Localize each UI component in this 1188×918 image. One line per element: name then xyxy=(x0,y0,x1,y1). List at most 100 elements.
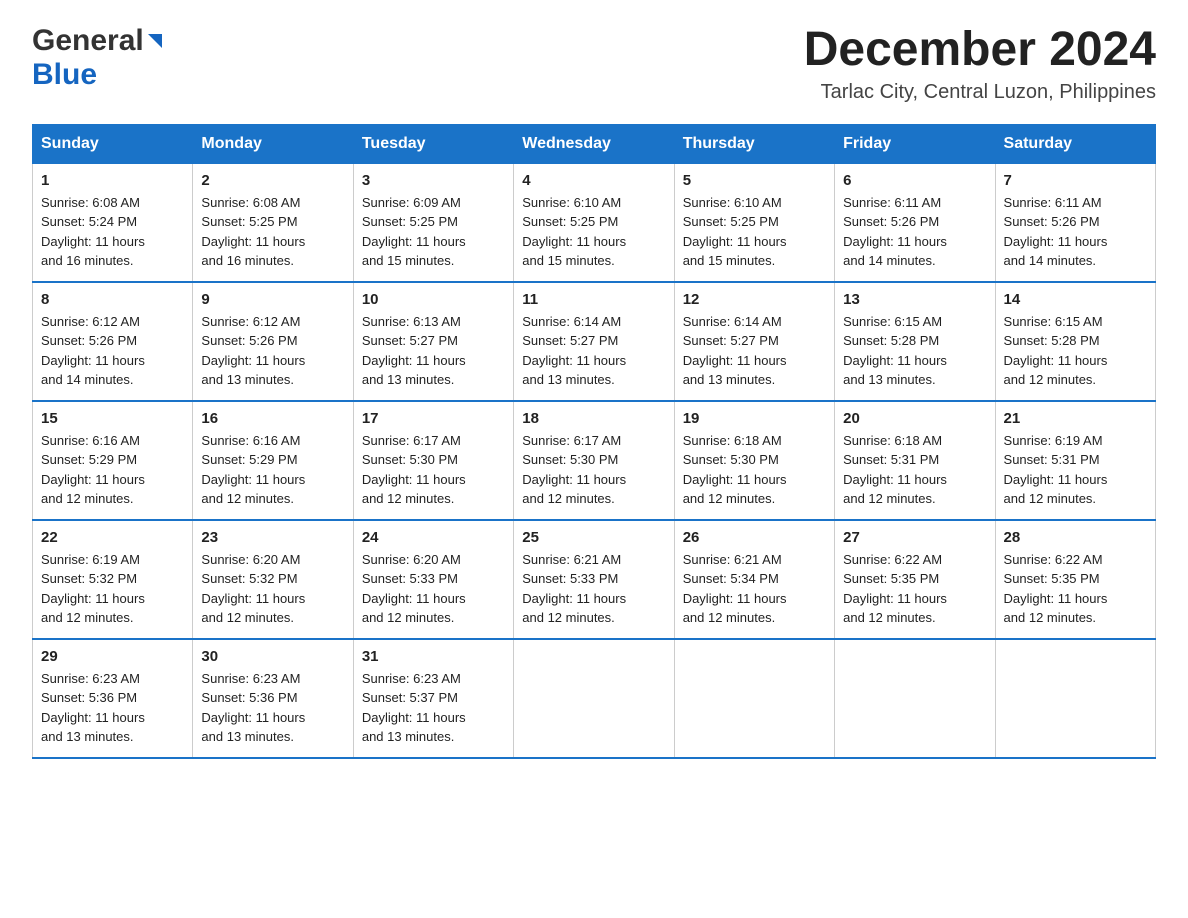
table-row: 5 Sunrise: 6:10 AMSunset: 5:25 PMDayligh… xyxy=(674,163,834,282)
col-thursday: Thursday xyxy=(674,124,834,163)
table-row: 25 Sunrise: 6:21 AMSunset: 5:33 PMDaylig… xyxy=(514,520,674,639)
table-row: 7 Sunrise: 6:11 AMSunset: 5:26 PMDayligh… xyxy=(995,163,1155,282)
table-row: 19 Sunrise: 6:18 AMSunset: 5:30 PMDaylig… xyxy=(674,401,834,520)
day-info: Sunrise: 6:08 AMSunset: 5:24 PMDaylight:… xyxy=(41,193,184,271)
col-wednesday: Wednesday xyxy=(514,124,674,163)
col-monday: Monday xyxy=(193,124,353,163)
day-number: 29 xyxy=(41,648,184,665)
day-number: 20 xyxy=(843,410,986,427)
day-info: Sunrise: 6:10 AMSunset: 5:25 PMDaylight:… xyxy=(683,193,826,271)
table-row: 30 Sunrise: 6:23 AMSunset: 5:36 PMDaylig… xyxy=(193,639,353,758)
day-number: 12 xyxy=(683,291,826,308)
logo-blue-text: Blue xyxy=(32,58,97,91)
table-row: 2 Sunrise: 6:08 AMSunset: 5:25 PMDayligh… xyxy=(193,163,353,282)
table-row: 28 Sunrise: 6:22 AMSunset: 5:35 PMDaylig… xyxy=(995,520,1155,639)
day-info: Sunrise: 6:21 AMSunset: 5:33 PMDaylight:… xyxy=(522,550,665,628)
table-row: 24 Sunrise: 6:20 AMSunset: 5:33 PMDaylig… xyxy=(353,520,513,639)
table-row: 13 Sunrise: 6:15 AMSunset: 5:28 PMDaylig… xyxy=(835,282,995,401)
day-number: 25 xyxy=(522,529,665,546)
day-info: Sunrise: 6:20 AMSunset: 5:33 PMDaylight:… xyxy=(362,550,505,628)
day-info: Sunrise: 6:16 AMSunset: 5:29 PMDaylight:… xyxy=(41,431,184,509)
logo-general-text: General xyxy=(32,24,144,58)
location-subtitle: Tarlac City, Central Luzon, Philippines xyxy=(804,81,1156,104)
table-row: 11 Sunrise: 6:14 AMSunset: 5:27 PMDaylig… xyxy=(514,282,674,401)
day-info: Sunrise: 6:17 AMSunset: 5:30 PMDaylight:… xyxy=(522,431,665,509)
day-number: 23 xyxy=(201,529,344,546)
day-info: Sunrise: 6:16 AMSunset: 5:29 PMDaylight:… xyxy=(201,431,344,509)
day-number: 15 xyxy=(41,410,184,427)
table-row: 9 Sunrise: 6:12 AMSunset: 5:26 PMDayligh… xyxy=(193,282,353,401)
day-info: Sunrise: 6:23 AMSunset: 5:36 PMDaylight:… xyxy=(41,669,184,747)
day-number: 7 xyxy=(1004,172,1147,189)
table-row: 22 Sunrise: 6:19 AMSunset: 5:32 PMDaylig… xyxy=(33,520,193,639)
day-info: Sunrise: 6:15 AMSunset: 5:28 PMDaylight:… xyxy=(1004,312,1147,390)
table-row: 18 Sunrise: 6:17 AMSunset: 5:30 PMDaylig… xyxy=(514,401,674,520)
calendar-week-row: 8 Sunrise: 6:12 AMSunset: 5:26 PMDayligh… xyxy=(33,282,1156,401)
table-row xyxy=(674,639,834,758)
calendar-table: Sunday Monday Tuesday Wednesday Thursday… xyxy=(32,124,1156,759)
day-number: 11 xyxy=(522,291,665,308)
table-row: 12 Sunrise: 6:14 AMSunset: 5:27 PMDaylig… xyxy=(674,282,834,401)
page-header: General Blue December 2024 Tarlac City, … xyxy=(32,24,1156,104)
day-number: 4 xyxy=(522,172,665,189)
table-row: 21 Sunrise: 6:19 AMSunset: 5:31 PMDaylig… xyxy=(995,401,1155,520)
table-row: 3 Sunrise: 6:09 AMSunset: 5:25 PMDayligh… xyxy=(353,163,513,282)
table-row: 14 Sunrise: 6:15 AMSunset: 5:28 PMDaylig… xyxy=(995,282,1155,401)
day-info: Sunrise: 6:19 AMSunset: 5:32 PMDaylight:… xyxy=(41,550,184,628)
day-info: Sunrise: 6:19 AMSunset: 5:31 PMDaylight:… xyxy=(1004,431,1147,509)
day-number: 6 xyxy=(843,172,986,189)
day-info: Sunrise: 6:23 AMSunset: 5:36 PMDaylight:… xyxy=(201,669,344,747)
day-number: 5 xyxy=(683,172,826,189)
day-number: 26 xyxy=(683,529,826,546)
day-number: 30 xyxy=(201,648,344,665)
day-info: Sunrise: 6:17 AMSunset: 5:30 PMDaylight:… xyxy=(362,431,505,509)
day-number: 13 xyxy=(843,291,986,308)
calendar-week-row: 22 Sunrise: 6:19 AMSunset: 5:32 PMDaylig… xyxy=(33,520,1156,639)
day-info: Sunrise: 6:10 AMSunset: 5:25 PMDaylight:… xyxy=(522,193,665,271)
title-block: December 2024 Tarlac City, Central Luzon… xyxy=(804,24,1156,104)
day-number: 19 xyxy=(683,410,826,427)
table-row: 27 Sunrise: 6:22 AMSunset: 5:35 PMDaylig… xyxy=(835,520,995,639)
day-info: Sunrise: 6:18 AMSunset: 5:31 PMDaylight:… xyxy=(843,431,986,509)
day-info: Sunrise: 6:11 AMSunset: 5:26 PMDaylight:… xyxy=(843,193,986,271)
day-number: 2 xyxy=(201,172,344,189)
day-info: Sunrise: 6:12 AMSunset: 5:26 PMDaylight:… xyxy=(41,312,184,390)
day-number: 18 xyxy=(522,410,665,427)
table-row: 16 Sunrise: 6:16 AMSunset: 5:29 PMDaylig… xyxy=(193,401,353,520)
day-number: 27 xyxy=(843,529,986,546)
day-info: Sunrise: 6:23 AMSunset: 5:37 PMDaylight:… xyxy=(362,669,505,747)
col-friday: Friday xyxy=(835,124,995,163)
table-row: 4 Sunrise: 6:10 AMSunset: 5:25 PMDayligh… xyxy=(514,163,674,282)
table-row xyxy=(995,639,1155,758)
day-info: Sunrise: 6:22 AMSunset: 5:35 PMDaylight:… xyxy=(1004,550,1147,628)
day-info: Sunrise: 6:22 AMSunset: 5:35 PMDaylight:… xyxy=(843,550,986,628)
day-number: 14 xyxy=(1004,291,1147,308)
day-number: 8 xyxy=(41,291,184,308)
day-info: Sunrise: 6:20 AMSunset: 5:32 PMDaylight:… xyxy=(201,550,344,628)
day-info: Sunrise: 6:12 AMSunset: 5:26 PMDaylight:… xyxy=(201,312,344,390)
day-info: Sunrise: 6:21 AMSunset: 5:34 PMDaylight:… xyxy=(683,550,826,628)
day-number: 21 xyxy=(1004,410,1147,427)
day-number: 10 xyxy=(362,291,505,308)
col-sunday: Sunday xyxy=(33,124,193,163)
day-number: 9 xyxy=(201,291,344,308)
day-number: 24 xyxy=(362,529,505,546)
calendar-header-row: Sunday Monday Tuesday Wednesday Thursday… xyxy=(33,124,1156,163)
calendar-week-row: 15 Sunrise: 6:16 AMSunset: 5:29 PMDaylig… xyxy=(33,401,1156,520)
table-row: 31 Sunrise: 6:23 AMSunset: 5:37 PMDaylig… xyxy=(353,639,513,758)
table-row: 26 Sunrise: 6:21 AMSunset: 5:34 PMDaylig… xyxy=(674,520,834,639)
logo-arrow-icon xyxy=(144,30,166,57)
table-row xyxy=(514,639,674,758)
day-number: 17 xyxy=(362,410,505,427)
table-row: 6 Sunrise: 6:11 AMSunset: 5:26 PMDayligh… xyxy=(835,163,995,282)
day-number: 22 xyxy=(41,529,184,546)
table-row: 17 Sunrise: 6:17 AMSunset: 5:30 PMDaylig… xyxy=(353,401,513,520)
col-saturday: Saturday xyxy=(995,124,1155,163)
table-row: 20 Sunrise: 6:18 AMSunset: 5:31 PMDaylig… xyxy=(835,401,995,520)
month-title: December 2024 xyxy=(804,24,1156,77)
day-info: Sunrise: 6:18 AMSunset: 5:30 PMDaylight:… xyxy=(683,431,826,509)
table-row: 1 Sunrise: 6:08 AMSunset: 5:24 PMDayligh… xyxy=(33,163,193,282)
day-number: 1 xyxy=(41,172,184,189)
day-info: Sunrise: 6:14 AMSunset: 5:27 PMDaylight:… xyxy=(522,312,665,390)
col-tuesday: Tuesday xyxy=(353,124,513,163)
